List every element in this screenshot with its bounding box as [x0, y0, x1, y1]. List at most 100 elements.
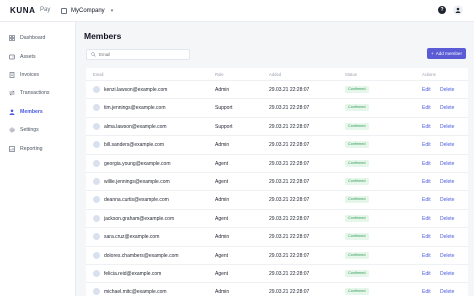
delete-link[interactable]: Delete — [440, 197, 454, 203]
member-email: georgia.young@example.com — [104, 160, 171, 167]
edit-link[interactable]: Edit — [422, 161, 431, 167]
delete-link[interactable]: Delete — [440, 87, 454, 93]
help-icon[interactable]: ? — [438, 6, 446, 14]
status-badge: Confirmed — [345, 86, 369, 93]
sidebar-item-invoices[interactable]: Invoices — [6, 68, 72, 82]
avatar — [93, 214, 100, 222]
member-added: 29.03.21 22:28:07 — [269, 252, 310, 259]
invoice-icon — [9, 72, 15, 78]
status-badge: Confirmed — [345, 288, 369, 296]
edit-link[interactable]: Edit — [422, 142, 431, 148]
delete-link[interactable]: Delete — [440, 142, 454, 148]
wallet-icon — [9, 54, 15, 60]
member-email: willie.jennings@example.com — [104, 179, 170, 185]
delete-link[interactable]: Delete — [440, 124, 454, 130]
member-email: michael.mitc@example.com — [104, 289, 167, 296]
sidebar-item-dashboard[interactable]: Dashboard — [6, 31, 72, 45]
member-added: 29.03.21 22:28:07 — [269, 215, 310, 222]
add-member-label: Add member — [435, 51, 462, 56]
member-added: 29.03.21 22:28:07 — [269, 123, 310, 130]
edit-link[interactable]: Edit — [422, 289, 431, 295]
status-badge: Confirmed — [345, 251, 369, 259]
edit-link[interactable]: Edit — [422, 216, 431, 222]
delete-link[interactable]: Delete — [440, 289, 454, 295]
status-badge: Confirmed — [345, 196, 369, 204]
delete-link[interactable]: Delete — [440, 253, 454, 259]
member-role: Support — [215, 123, 233, 130]
column-header-status[interactable]: Status — [345, 72, 357, 77]
table-row: bill.sanders@example.com Admin 29.03.21 22… — [86, 135, 468, 153]
member-email: tim.jennings@example.com — [104, 105, 166, 112]
delete-link[interactable]: Delete — [440, 179, 454, 185]
member-added: 29.03.21 22:28:07 — [269, 105, 310, 112]
table-row: deanna.curtis@example.com Admin 29.03.21 2… — [86, 190, 468, 208]
sidebar-item-assets[interactable]: Assets — [6, 50, 72, 64]
member-added: 29.03.21 22:28:07 — [269, 271, 310, 277]
member-role: Agent — [215, 252, 229, 259]
member-added: 29.03.21 22:28:07 — [269, 179, 310, 185]
sidebar-item-members[interactable]: Members — [6, 105, 72, 119]
avatar — [93, 196, 100, 204]
avatar — [93, 104, 100, 112]
sidebar-item-label: Transactions — [20, 90, 50, 96]
member-role: Admin — [215, 87, 230, 93]
edit-link[interactable]: Edit — [422, 179, 431, 185]
edit-link[interactable]: Edit — [422, 105, 431, 111]
delete-link[interactable]: Delete — [440, 271, 454, 277]
edit-link[interactable]: Edit — [422, 253, 431, 259]
member-role: Admin — [215, 142, 230, 149]
sidebar-item-reporting[interactable]: Reporting — [6, 142, 72, 156]
logo[interactable]: KUNA — [10, 6, 36, 15]
sidebar-item-label: Dashboard — [20, 35, 46, 41]
member-role: Admin — [215, 234, 230, 241]
table-row: felicia.reid@example.com Agent 29.03.21 22… — [86, 264, 468, 282]
status-badge: Confirmed — [345, 159, 369, 167]
member-added: 29.03.21 22:28:07 — [269, 142, 310, 149]
column-header-added[interactable]: Added — [269, 72, 281, 77]
delete-link[interactable]: Delete — [440, 234, 454, 240]
member-added: 29.03.21 22:28:07 — [269, 160, 310, 167]
status-badge: Confirmed — [345, 214, 369, 222]
edit-link[interactable]: Edit — [422, 234, 431, 240]
edit-link[interactable]: Edit — [422, 197, 431, 203]
user-icon — [455, 7, 461, 13]
table-row: sara.cruz@example.com Admin 29.03.21 22:28… — [86, 227, 468, 245]
search-input[interactable] — [99, 52, 189, 57]
member-email: sara.cruz@example.com — [104, 234, 160, 241]
sidebar-item-transactions[interactable]: Transactions — [6, 86, 72, 100]
edit-link[interactable]: Edit — [422, 87, 431, 93]
company-name: MyCompany — [71, 8, 105, 14]
company-switcher[interactable]: MyCompany ▾ — [61, 5, 113, 17]
table-header: Email Role Added Status Actions — [86, 68, 468, 80]
member-role: Agent — [215, 215, 229, 222]
sidebar-item-settings[interactable]: Settings — [6, 123, 72, 137]
member-email: alma.lawson@example.com — [104, 123, 167, 130]
member-role: Agent — [215, 179, 229, 185]
member-role: Admin — [215, 289, 230, 296]
status-badge: Confirmed — [345, 122, 369, 130]
edit-link[interactable]: Edit — [422, 124, 431, 130]
status-badge: Confirmed — [345, 233, 369, 241]
transactions-icon — [9, 90, 15, 96]
column-header-role[interactable]: Role — [215, 72, 224, 77]
avatar — [93, 288, 100, 296]
page-title: Members — [84, 31, 122, 41]
column-header-email[interactable]: Email — [93, 72, 103, 77]
column-header-actions: Actions — [422, 72, 436, 77]
table-row: dolores.chambers@example.com Agent 29.03.2… — [86, 245, 468, 264]
delete-link[interactable]: Delete — [440, 105, 454, 111]
delete-link[interactable]: Delete — [440, 216, 454, 222]
status-badge: Confirmed — [345, 270, 369, 277]
edit-link[interactable]: Edit — [422, 271, 431, 277]
profile-avatar[interactable] — [453, 5, 463, 15]
member-email: dolores.chambers@example.com — [104, 252, 179, 259]
member-email: jackson.graham@example.com — [104, 215, 175, 222]
table-row: alma.lawson@example.com Support 29.03.21 2… — [86, 116, 468, 135]
avatar — [93, 122, 100, 130]
sidebar: Dashboard Assets Invoices Transactions M… — [0, 22, 76, 296]
delete-link[interactable]: Delete — [440, 161, 454, 167]
add-member-button[interactable]: + Add member — [427, 48, 466, 59]
report-icon — [9, 146, 15, 152]
search-box[interactable] — [86, 49, 190, 60]
gear-icon — [9, 127, 15, 133]
